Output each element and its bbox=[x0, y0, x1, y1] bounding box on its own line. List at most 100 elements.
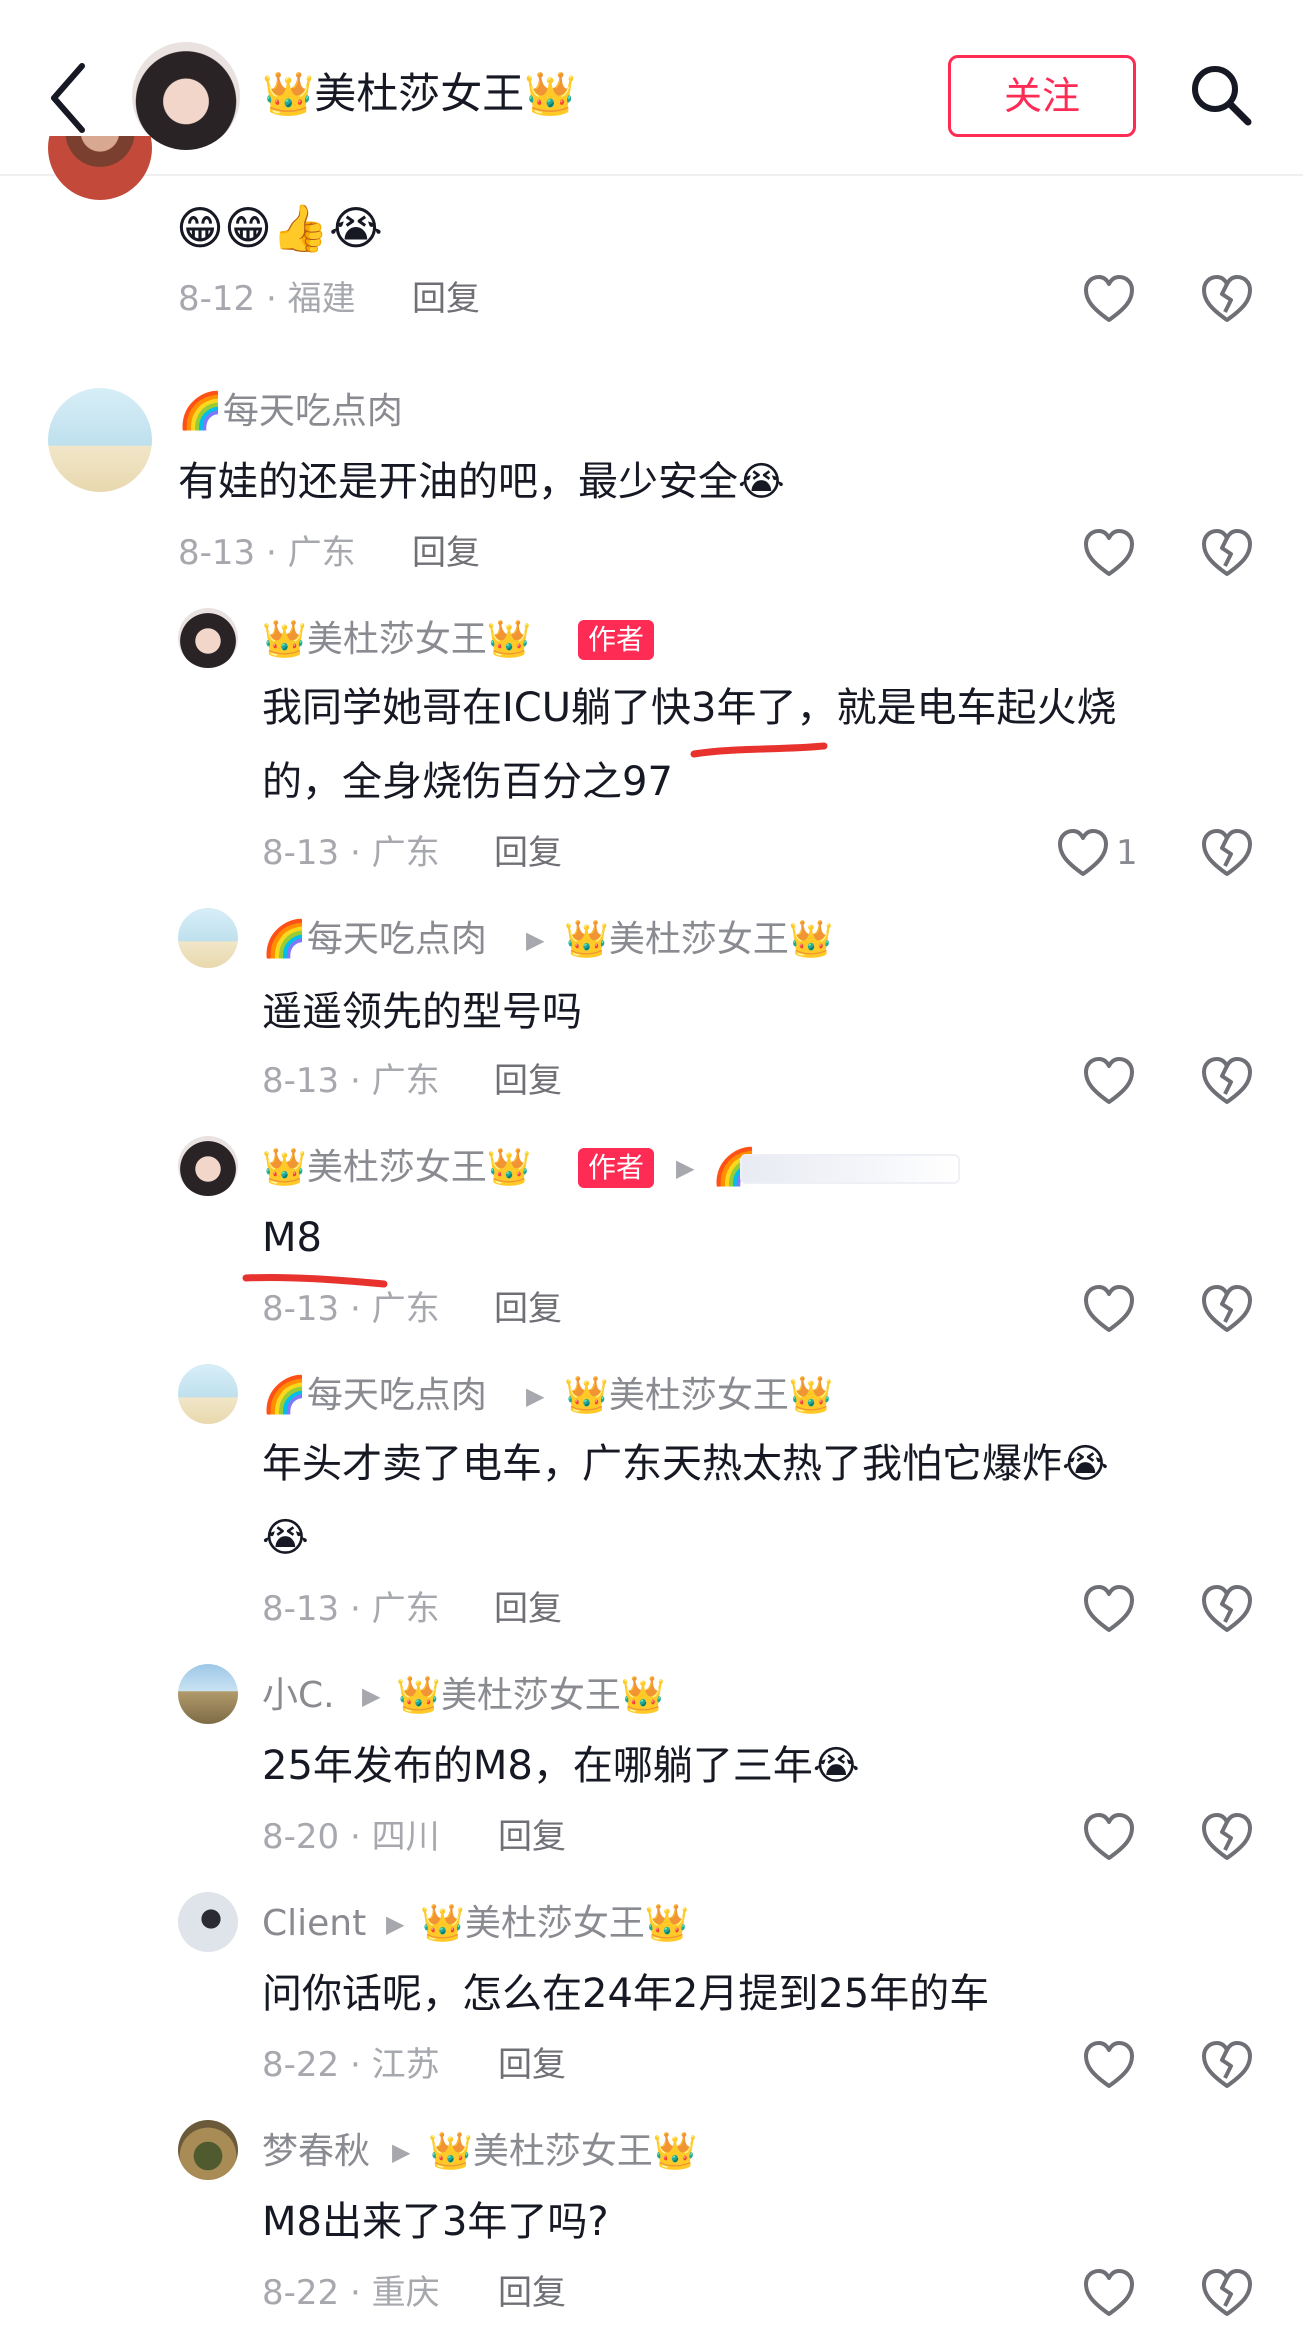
comment-text: 遥遥领先的型号吗 bbox=[262, 989, 582, 1035]
comment-text: M8 bbox=[262, 1215, 322, 1261]
heart-icon bbox=[1084, 1585, 1134, 1632]
dislike-button[interactable] bbox=[1200, 1054, 1254, 1108]
like-button[interactable] bbox=[1056, 826, 1110, 880]
author-badge: 作者 bbox=[578, 620, 655, 660]
reply-to-username[interactable]: 👑美杜莎女王👑 bbox=[420, 1900, 690, 1948]
red-underline-annotation bbox=[690, 742, 828, 758]
avatar[interactable] bbox=[178, 1364, 238, 1424]
comment-text-line: 年头才卖了电车，广东天热太热了我怕它爆炸😭 bbox=[262, 1441, 1109, 1487]
reply-button[interactable]: 回复 bbox=[412, 530, 480, 576]
comment-username[interactable]: 🌈每天吃点肉 bbox=[262, 916, 487, 964]
heart-icon bbox=[1084, 1285, 1134, 1332]
comment-date-location: 8-13 · 广东 bbox=[178, 533, 356, 573]
comment-text-line: 我同学她哥在ICU躺了快3年了，就是电车起火烧 bbox=[262, 685, 1117, 731]
comment-text: 问你话呢，怎么在24年2月提到25年的车 bbox=[262, 1971, 990, 2017]
reply-to-username[interactable]: 👑美杜莎女王👑 bbox=[564, 916, 834, 964]
avatar[interactable] bbox=[178, 1892, 238, 1952]
like-button[interactable] bbox=[1082, 2266, 1136, 2320]
comment-username[interactable]: 梦春秋 bbox=[262, 2128, 370, 2176]
comment-date-location: 8-13 · 广东 bbox=[262, 833, 440, 873]
heart-icon bbox=[1084, 1057, 1134, 1104]
chevron-left-icon bbox=[51, 63, 85, 133]
like-button[interactable] bbox=[1082, 2038, 1136, 2092]
author-avatar[interactable] bbox=[132, 42, 240, 150]
dislike-button[interactable] bbox=[1200, 2266, 1254, 2320]
like-count: 1 bbox=[1116, 833, 1138, 873]
comment-username[interactable]: 👑美杜莎女王👑 bbox=[262, 1144, 532, 1192]
comment-date-location: 8-20 · 四川 bbox=[262, 1817, 440, 1857]
reply-button[interactable]: 回复 bbox=[494, 830, 562, 876]
heart-icon bbox=[1084, 275, 1134, 322]
author-badge: 作者 bbox=[578, 1148, 655, 1188]
broken-heart-icon bbox=[1202, 1585, 1252, 1632]
comment-date-location: 8-22 · 江苏 bbox=[262, 2045, 440, 2085]
reply-button[interactable]: 回复 bbox=[494, 1286, 562, 1332]
top-bar: 👑美杜莎女王👑 关注 bbox=[0, 0, 1303, 176]
dislike-button[interactable] bbox=[1200, 2038, 1254, 2092]
avatar[interactable] bbox=[178, 2120, 238, 2180]
reply-to-username[interactable]: 👑美杜莎女王👑 bbox=[428, 2128, 698, 2176]
follow-button[interactable]: 关注 bbox=[948, 55, 1136, 137]
blurred-username bbox=[740, 1154, 960, 1184]
broken-heart-icon bbox=[1202, 2041, 1252, 2088]
dislike-button[interactable] bbox=[1200, 272, 1254, 326]
reply-button[interactable]: 回复 bbox=[494, 1586, 562, 1632]
broken-heart-icon bbox=[1202, 2269, 1252, 2316]
broken-heart-icon bbox=[1202, 1285, 1252, 1332]
comment-username[interactable]: 🌈每天吃点肉 bbox=[178, 388, 403, 436]
back-button[interactable] bbox=[40, 58, 100, 138]
comment-username[interactable]: 小C. bbox=[262, 1672, 335, 1720]
avatar[interactable] bbox=[178, 908, 238, 968]
reply-button[interactable]: 回复 bbox=[498, 2270, 566, 2316]
comment-text: M8出来了3年了吗? bbox=[262, 2199, 609, 2245]
reply-button[interactable]: 回复 bbox=[498, 1814, 566, 1860]
reply-button[interactable]: 回复 bbox=[498, 2042, 566, 2088]
like-button[interactable] bbox=[1082, 1054, 1136, 1108]
like-button[interactable] bbox=[1082, 272, 1136, 326]
reply-arrow-icon: ▶ bbox=[392, 2138, 411, 2166]
dislike-button[interactable] bbox=[1200, 526, 1254, 580]
heart-icon bbox=[1084, 2041, 1134, 2088]
avatar[interactable] bbox=[178, 1136, 238, 1196]
comment-username[interactable]: 👑美杜莎女王👑 bbox=[262, 616, 532, 664]
comment-text-line: 的，全身烧伤百分之97 bbox=[262, 759, 673, 805]
dislike-button[interactable] bbox=[1200, 1582, 1254, 1636]
like-button[interactable] bbox=[1082, 1810, 1136, 1864]
avatar[interactable] bbox=[48, 388, 152, 492]
comment-page: 👑美杜莎女王👑 关注 😁😁👍😭 8-12 · 福建 回复 🌈每天吃点肉 有娃的还… bbox=[0, 0, 1303, 2352]
like-button[interactable] bbox=[1082, 526, 1136, 580]
reply-arrow-icon: ▶ bbox=[386, 1910, 405, 1938]
comment-date-location: 8-13 · 广东 bbox=[262, 1589, 440, 1629]
dislike-button[interactable] bbox=[1200, 1810, 1254, 1864]
broken-heart-icon bbox=[1202, 829, 1252, 876]
avatar[interactable] bbox=[178, 608, 238, 668]
page-title[interactable]: 👑美杜莎女王👑 bbox=[262, 66, 577, 122]
comment-date-location: 8-13 · 广东 bbox=[262, 1289, 440, 1329]
search-icon bbox=[1192, 66, 1252, 126]
reply-button[interactable]: 回复 bbox=[412, 276, 480, 322]
broken-heart-icon bbox=[1202, 529, 1252, 576]
like-button[interactable] bbox=[1082, 1582, 1136, 1636]
comment-username[interactable]: 🌈每天吃点肉 bbox=[262, 1372, 487, 1420]
comment-date-location: 8-13 · 广东 bbox=[262, 1061, 440, 1101]
comment-text: 有娃的还是开油的吧，最少安全😭 bbox=[178, 459, 785, 505]
heart-icon bbox=[1084, 1813, 1134, 1860]
comment-date-location: 8-22 · 重庆 bbox=[262, 2273, 440, 2313]
like-button[interactable] bbox=[1082, 1282, 1136, 1336]
reply-arrow-icon: ▶ bbox=[526, 1382, 545, 1410]
comment-text-line: 😭 bbox=[262, 1515, 309, 1561]
comment-date-location: 8-12 · 福建 bbox=[178, 279, 356, 319]
comment-text: 😁😁👍😭 bbox=[176, 201, 383, 255]
search-button[interactable] bbox=[1186, 60, 1256, 130]
reply-arrow-icon: ▶ bbox=[362, 1682, 381, 1710]
broken-heart-icon bbox=[1202, 1057, 1252, 1104]
dislike-button[interactable] bbox=[1200, 826, 1254, 880]
dislike-button[interactable] bbox=[1200, 1282, 1254, 1336]
reply-to-username[interactable]: 👑美杜莎女王👑 bbox=[396, 1672, 666, 1720]
avatar[interactable] bbox=[178, 1664, 238, 1724]
comment-username[interactable]: Client bbox=[262, 1900, 366, 1948]
broken-heart-icon bbox=[1202, 275, 1252, 322]
reply-button[interactable]: 回复 bbox=[494, 1058, 562, 1104]
reply-arrow-icon: ▶ bbox=[676, 1154, 695, 1182]
reply-to-username[interactable]: 👑美杜莎女王👑 bbox=[564, 1372, 834, 1420]
